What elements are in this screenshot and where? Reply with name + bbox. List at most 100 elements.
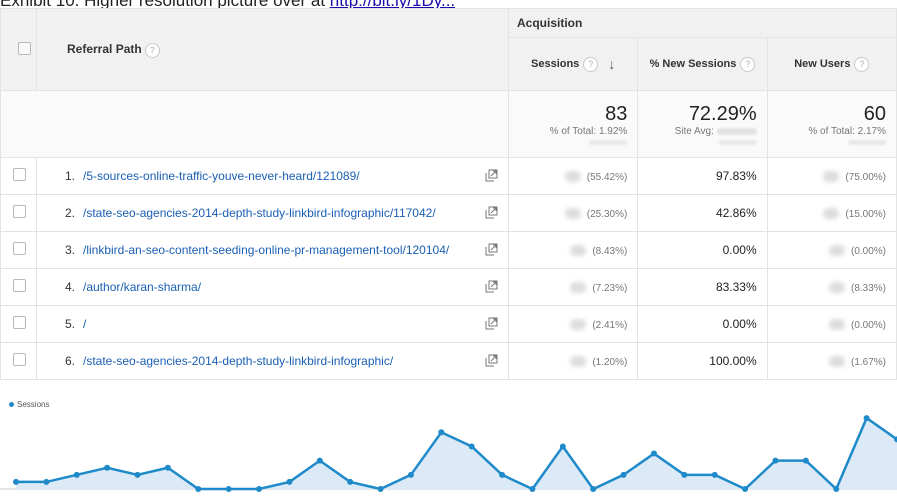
referral-path-label: Referral Path: [67, 41, 142, 56]
row-checkbox-cell: [0, 231, 37, 269]
sessions-data-point[interactable]: [620, 471, 627, 478]
sessions-data-point[interactable]: [711, 471, 718, 478]
row-checkbox[interactable]: [13, 168, 26, 181]
sessions-pct: (7.23%): [592, 283, 628, 294]
sessions-data-point[interactable]: [559, 443, 566, 450]
new-users-pct: (15.00%): [845, 209, 886, 220]
open-link-icon[interactable]: [485, 317, 498, 330]
redacted-mark: [564, 208, 581, 220]
referral-report-table: Referral Path ? Acquisition Sessions ? ↓…: [0, 8, 897, 380]
sessions-label: Sessions: [531, 58, 580, 70]
referral-path-link[interactable]: /state-seo-agencies-2014-depth-study-lin…: [83, 354, 393, 368]
sessions-data-point[interactable]: [499, 471, 506, 478]
open-link-icon[interactable]: [485, 169, 498, 182]
referral-path-link[interactable]: /state-seo-agencies-2014-depth-study-lin…: [83, 206, 436, 220]
referral-path-link[interactable]: /5-sources-online-traffic-youve-never-he…: [83, 169, 360, 183]
sessions-data-point[interactable]: [195, 486, 202, 492]
pct-new-sessions-header[interactable]: % New Sessions ?: [637, 37, 768, 91]
row-checkbox[interactable]: [13, 279, 26, 292]
row-index: 4.: [64, 280, 75, 294]
row-checkbox-cell: [0, 305, 37, 343]
sessions-data-point[interactable]: [650, 450, 657, 457]
open-link-icon[interactable]: [485, 206, 498, 219]
help-icon[interactable]: ?: [583, 56, 599, 72]
sessions-data-point[interactable]: [438, 429, 445, 436]
new-users-label: New Users: [794, 58, 851, 70]
sessions-data-point[interactable]: [286, 478, 293, 485]
open-link-icon[interactable]: [485, 280, 498, 293]
help-icon[interactable]: ?: [145, 42, 161, 58]
table-row: 3. /linkbird-an-seo-content-seeding-onlin…: [0, 231, 897, 269]
sessions-data-point[interactable]: [742, 486, 749, 492]
pct-new-cell: 97.83%: [637, 157, 768, 195]
sessions-header[interactable]: Sessions ? ↓: [507, 37, 639, 91]
table-row: 6. /state-seo-agencies-2014-depth-study-l…: [0, 342, 897, 380]
new-users-cell: (15.00%): [766, 194, 897, 232]
pct-new-cell: 83.33%: [637, 268, 768, 306]
row-checkbox-cell: [0, 157, 37, 195]
sessions-data-point[interactable]: [863, 415, 870, 422]
referral-path-cell: 2. /state-seo-agencies-2014-depth-study-l…: [36, 194, 509, 232]
sessions-data-point[interactable]: [681, 471, 688, 478]
row-checkbox[interactable]: [13, 205, 26, 218]
sessions-data-point[interactable]: [13, 478, 19, 485]
total-pct-new: 72.29% Site Avg:: [637, 90, 768, 158]
sessions-data-point[interactable]: [256, 486, 263, 492]
sessions-data-point[interactable]: [225, 486, 232, 492]
redacted-mark: [828, 245, 845, 257]
referral-path-cell: 5. /: [36, 305, 509, 343]
sessions-cell: (55.42%): [507, 157, 639, 195]
row-index: 5.: [64, 317, 75, 331]
sessions-data-point[interactable]: [73, 471, 80, 478]
table-row: 1. /5-sources-online-traffic-youve-never-…: [0, 157, 897, 195]
row-checkbox-cell: [0, 268, 37, 306]
new-users-cell: (8.33%): [766, 268, 897, 306]
row-checkbox[interactable]: [13, 353, 26, 366]
sessions-data-point[interactable]: [407, 471, 414, 478]
sessions-pct: (55.42%): [586, 172, 628, 183]
row-checkbox[interactable]: [13, 316, 26, 329]
open-link-icon[interactable]: [485, 243, 498, 256]
caption-link[interactable]: http://bit.ly/1Dy...: [330, 0, 455, 8]
referral-path-link[interactable]: /: [83, 317, 86, 331]
sessions-data-point[interactable]: [377, 486, 384, 492]
help-icon[interactable]: ?: [854, 56, 870, 72]
help-icon[interactable]: ?: [740, 56, 756, 72]
row-checkbox[interactable]: [13, 242, 26, 255]
sessions-data-point[interactable]: [347, 478, 354, 485]
sessions-pct: (2.41%): [592, 320, 628, 331]
redacted-mark: [828, 356, 845, 368]
sessions-data-point[interactable]: [529, 486, 536, 492]
acquisition-header: Acquisition: [508, 8, 897, 38]
sessions-data-point[interactable]: [134, 471, 141, 478]
new-users-header[interactable]: New Users ?: [766, 37, 897, 91]
sessions-data-point[interactable]: [590, 486, 597, 492]
new-users-cell: (1.67%): [766, 342, 897, 380]
sessions-data-point[interactable]: [164, 464, 171, 471]
referral-path-link[interactable]: /author/karan-sharma/: [83, 280, 201, 294]
pct-new-cell: 0.00%: [637, 231, 768, 269]
sessions-data-point[interactable]: [316, 457, 323, 464]
sessions-data-point[interactable]: [468, 443, 475, 450]
select-all-checkbox[interactable]: [18, 41, 31, 55]
sessions-data-point[interactable]: [104, 464, 111, 471]
chart-legend: Sessions: [9, 400, 49, 409]
total-sessions-value: 83: [605, 103, 628, 125]
new-users-pct: (0.00%): [850, 320, 886, 331]
sessions-data-point[interactable]: [802, 457, 809, 464]
sessions-chart: Sessions: [0, 397, 897, 492]
referral-path-cell: 4. /author/karan-sharma/: [36, 268, 509, 306]
redacted-mark: [718, 140, 757, 145]
sessions-data-point[interactable]: [43, 478, 50, 485]
referral-path-cell: 6. /state-seo-agencies-2014-depth-study-l…: [36, 342, 509, 380]
sessions-data-point[interactable]: [772, 457, 779, 464]
open-link-icon[interactable]: [485, 354, 498, 367]
referral-path-header[interactable]: Referral Path ?: [36, 8, 509, 91]
sessions-pct: (8.43%): [592, 246, 628, 257]
sessions-pct: (1.20%): [592, 357, 628, 368]
referral-path-cell: 1. /5-sources-online-traffic-youve-never-…: [36, 157, 509, 195]
sessions-cell: (25.30%): [507, 194, 639, 232]
referral-path-link[interactable]: /linkbird-an-seo-content-seeding-online-…: [83, 243, 449, 257]
sort-desc-icon[interactable]: ↓: [608, 56, 615, 72]
sessions-data-point[interactable]: [833, 486, 840, 492]
